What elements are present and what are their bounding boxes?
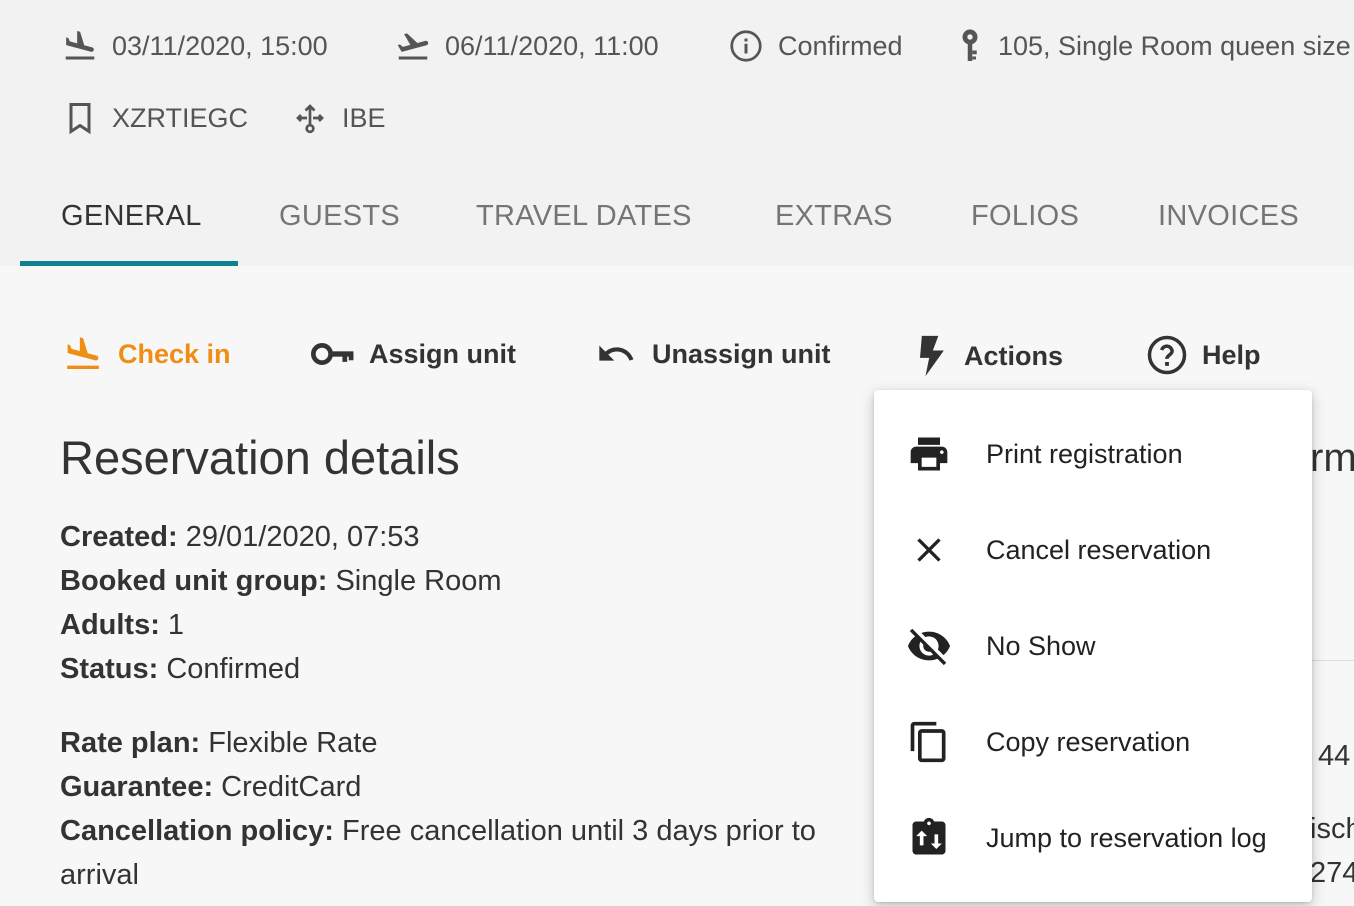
key-icon (311, 334, 355, 374)
right-text-1: 44 (1318, 740, 1351, 772)
guarantee-row: Guarantee: CreditCard (60, 765, 361, 809)
cancellation-value-2: arrival (60, 859, 139, 891)
active-tab-indicator (20, 261, 238, 266)
channel: IBE (342, 102, 386, 133)
status-label: Status: (60, 653, 159, 685)
right-text-2: isch (1310, 813, 1354, 845)
unassign-unit-button[interactable]: Unassign unit (594, 334, 831, 374)
print-icon (906, 431, 952, 477)
merge-arrows-icon (292, 100, 328, 136)
assign-unit-label: Assign unit (369, 338, 516, 369)
flight-takeoff-icon (395, 28, 431, 64)
eye-off-icon (906, 623, 952, 669)
cancellation-row: Cancellation policy: Free cancellation u… (60, 809, 816, 853)
close-icon (906, 527, 952, 573)
right-section-heading: rm (1310, 436, 1354, 480)
undo-icon (594, 334, 638, 374)
flight-land-icon (62, 28, 98, 64)
actions-button[interactable]: Actions (912, 334, 1063, 378)
cancellation-value: Free cancellation until 3 days prior to (333, 815, 816, 847)
help-label: Help (1202, 339, 1261, 370)
check-in-label: Check in (118, 338, 231, 369)
departure-date: 06/11/2020, 11:00 (445, 30, 659, 61)
no-show-label: No Show (986, 630, 1096, 661)
check-in-button[interactable]: Check in (62, 334, 231, 374)
menu-item-cancel-reservation[interactable]: Cancel reservation (874, 502, 1312, 598)
cancellation-row-continued: arrival (60, 853, 139, 897)
cancel-reservation-label: Cancel reservation (986, 534, 1212, 565)
unit-group-value: Single Room (327, 565, 502, 597)
arrival-info: 03/11/2020, 15:00 (62, 28, 328, 64)
lightning-icon (912, 334, 950, 378)
tab-folios[interactable]: FOLIOS (971, 200, 1079, 233)
guarantee-value: CreditCard (213, 771, 362, 803)
menu-item-print-registration[interactable]: Print registration (874, 406, 1312, 502)
copy-reservation-label: Copy reservation (986, 726, 1191, 757)
key-pin-icon (956, 28, 984, 64)
menu-item-jump-to-log[interactable]: Jump to reservation log (874, 790, 1312, 886)
jump-to-log-label: Jump to reservation log (986, 822, 1267, 853)
tab-travel-dates[interactable]: TRAVEL DATES (476, 200, 692, 233)
rate-plan-value: Flexible Rate (200, 727, 378, 759)
unit-info: 105, Single Room queen size (956, 28, 1351, 64)
status-row: Status: Confirmed (60, 647, 300, 691)
adults-row: Adults: 1 (60, 603, 184, 647)
channel-info: IBE (292, 100, 386, 136)
cancellation-label: Cancellation policy: (60, 815, 334, 847)
log-icon (906, 815, 952, 861)
actions-menu: Print registration Cancel reservation No… (874, 390, 1312, 902)
help-button[interactable]: Help (1146, 334, 1261, 376)
copy-icon (906, 719, 952, 765)
created-row: Created: 29/01/2020, 07:53 (60, 515, 420, 559)
status-text: Confirmed (778, 30, 903, 61)
guarantee-label: Guarantee: (60, 771, 214, 803)
arrival-date: 03/11/2020, 15:00 (112, 30, 328, 61)
unit-group-row: Booked unit group: Single Room (60, 559, 502, 603)
tab-invoices[interactable]: INVOICES (1158, 200, 1299, 233)
created-label: Created: (60, 521, 178, 553)
bookmark-icon (62, 100, 98, 136)
adults-label: Adults: (60, 609, 160, 641)
tab-general[interactable]: GENERAL (61, 200, 202, 233)
booking-id: XZRTIEGC (112, 102, 249, 133)
rate-plan-label: Rate plan: (60, 727, 201, 759)
created-value: 29/01/2020, 07:53 (177, 521, 420, 553)
unassign-unit-label: Unassign unit (652, 338, 831, 369)
right-text-3: 274 (1310, 857, 1354, 889)
unit-group-label: Booked unit group: (60, 565, 328, 597)
print-registration-label: Print registration (986, 438, 1183, 469)
adults-value: 1 (159, 609, 185, 641)
status-value: Confirmed (158, 653, 301, 685)
info-icon (728, 28, 764, 64)
actions-label: Actions (964, 340, 1064, 371)
unit-text: 105, Single Room queen size (998, 30, 1351, 61)
assign-unit-button[interactable]: Assign unit (311, 334, 516, 374)
menu-item-no-show[interactable]: No Show (874, 598, 1312, 694)
status-info: Confirmed (728, 28, 903, 64)
tab-guests[interactable]: GUESTS (279, 200, 400, 233)
booking-id-info: XZRTIEGC (62, 100, 248, 136)
departure-info: 06/11/2020, 11:00 (395, 28, 659, 64)
menu-item-copy-reservation[interactable]: Copy reservation (874, 694, 1312, 790)
flight-land-icon (62, 334, 104, 374)
right-divider (1312, 660, 1354, 661)
tab-extras[interactable]: EXTRAS (775, 200, 893, 233)
rate-plan-row: Rate plan: Flexible Rate (60, 721, 378, 765)
help-circle-icon (1146, 334, 1188, 376)
reservation-details-title: Reservation details (60, 431, 460, 484)
